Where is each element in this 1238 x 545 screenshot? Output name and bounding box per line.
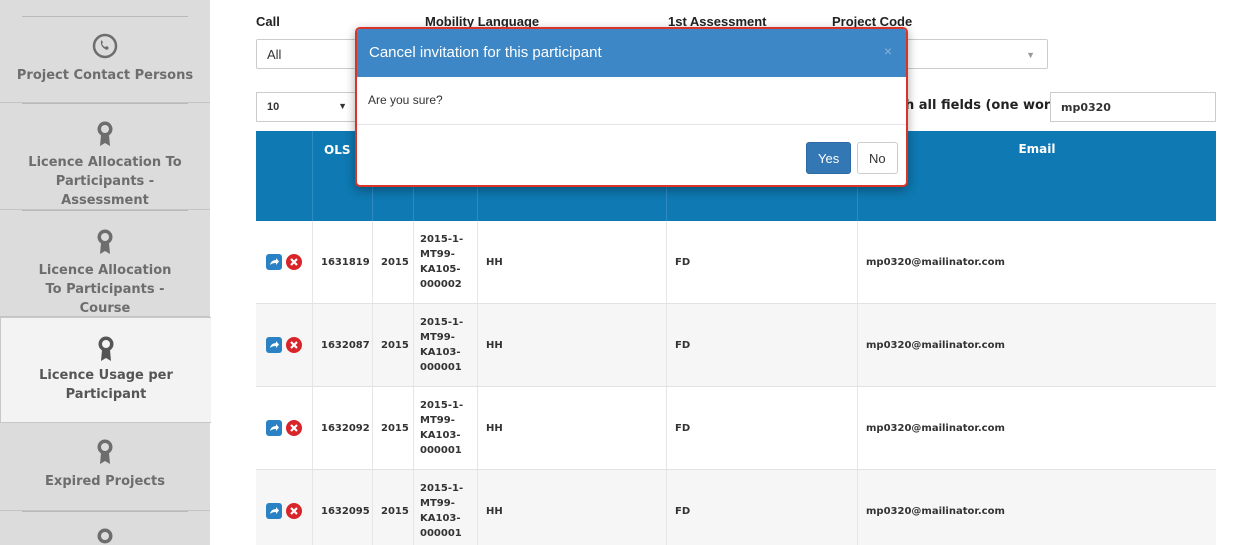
divider	[22, 103, 188, 104]
project-code-part: KA103-	[420, 513, 461, 524]
row-actions	[256, 221, 313, 303]
cancel-invitation-icon[interactable]	[286, 503, 302, 519]
sidebar-item-expired-projects[interactable]: Expired Projects	[0, 423, 210, 511]
header-email[interactable]: Email	[858, 131, 1216, 221]
page-length-value: 10	[267, 101, 280, 113]
project-code-part: MT99-	[420, 332, 455, 343]
project-code-part: 2015-1-	[420, 317, 464, 328]
reinvite-icon[interactable]	[266, 254, 282, 270]
project-code-part: MT99-	[420, 415, 455, 426]
chevron-down-icon: ▼	[338, 101, 347, 111]
phone-icon	[92, 33, 118, 65]
cancel-invitation-icon[interactable]	[286, 254, 302, 270]
row-actions	[256, 387, 313, 469]
header-actions	[256, 131, 313, 221]
table-row: 1632095 2015 2015-1- MT99- KA103- 000001 HH…	[256, 470, 1216, 545]
divider	[22, 16, 188, 17]
year-cell: 2015	[373, 304, 414, 386]
sidebar-item-label: Licence Usage per Participant	[39, 368, 173, 402]
yes-button[interactable]: Yes	[806, 142, 852, 174]
col4-cell: HH	[478, 221, 667, 303]
header-ols-label: OLS I	[324, 143, 360, 157]
col4-cell: HH	[478, 470, 667, 545]
project-code-part: 000002	[420, 279, 462, 290]
ribbon-icon	[96, 335, 116, 369]
project-code-part: MT99-	[420, 498, 455, 509]
project-code-part: 000001	[420, 445, 462, 456]
ribbon-icon	[95, 438, 115, 472]
search-input[interactable]: mp0320	[1050, 92, 1216, 122]
call-label: Call	[256, 14, 280, 29]
table-row: 1631819 2015 2015-1- MT99- KA105- 000002 HH…	[256, 221, 1216, 304]
ribbon-icon	[95, 228, 115, 262]
col5-cell: FD	[667, 387, 858, 469]
sidebar-item-licence-allocation-assessment[interactable]: Licence Allocation To Participants - Ass…	[0, 103, 210, 210]
sidebar-item-licence-usage-per-participant[interactable]: Licence Usage per Participant	[0, 317, 211, 423]
sidebar-item-label: Licence Allocation To Participants - Cou…	[38, 263, 172, 316]
row-actions	[256, 470, 313, 545]
email-cell: mp0320@mailinator.com	[866, 505, 1005, 517]
project-code-part: 2015-1-	[420, 400, 464, 411]
reinvite-icon[interactable]	[266, 503, 282, 519]
sidebar: Project Contact Persons Licence Allocati…	[0, 0, 211, 545]
chevron-down-icon: ▼	[1026, 50, 1035, 60]
cancel-invitation-modal: Cancel invitation for this participant ×…	[355, 27, 908, 187]
sidebar-item-project-contact-persons[interactable]: Project Contact Persons	[0, 0, 210, 103]
divider	[22, 210, 188, 211]
project-code-part: 2015-1-	[420, 234, 464, 245]
sidebar-item-licence-allocation-course[interactable]: Licence Allocation To Participants - Cou…	[0, 210, 210, 317]
no-button[interactable]: No	[857, 142, 898, 174]
col5-cell: FD	[667, 221, 858, 303]
close-icon[interactable]: ×	[884, 43, 892, 59]
table-row: 1632087 2015 2015-1- MT99- KA103- 000001 HH…	[256, 304, 1216, 387]
row-actions	[256, 304, 313, 386]
header-email-label: Email	[1018, 142, 1056, 156]
col4-cell: HH	[478, 304, 667, 386]
modal-header: Cancel invitation for this participant ×	[357, 29, 906, 77]
table-row: 1632092 2015 2015-1- MT99- KA103- 000001 HH…	[256, 387, 1216, 470]
ols-id-cell: 1632092	[313, 387, 373, 469]
email-cell: mp0320@mailinator.com	[866, 256, 1005, 268]
sidebar-item-label: Expired Projects	[45, 474, 165, 489]
year-cell: 2015	[373, 387, 414, 469]
project-cell: 2015-1- MT99- KA103- 000001	[414, 470, 478, 545]
modal-body: Are you sure?	[357, 77, 906, 125]
ols-id-cell: 1631819	[313, 221, 373, 303]
cancel-invitation-icon[interactable]	[286, 337, 302, 353]
year-cell: 2015	[373, 470, 414, 545]
year-cell: 2015	[373, 221, 414, 303]
page-length-select[interactable]: 10 ▼	[256, 92, 356, 122]
project-code-part: KA103-	[420, 347, 461, 358]
search-label: h all fields (one word)	[905, 98, 1066, 113]
reinvite-icon[interactable]	[266, 420, 282, 436]
project-cell: 2015-1- MT99- KA103- 000001	[414, 304, 478, 386]
divider	[22, 511, 188, 512]
project-code-part: 2015-1-	[420, 483, 464, 494]
sidebar-item-more[interactable]	[0, 511, 210, 545]
email-cell: mp0320@mailinator.com	[866, 339, 1005, 351]
modal-title: Cancel invitation for this participant	[369, 44, 602, 61]
col5-cell: FD	[667, 304, 858, 386]
ribbon-icon	[95, 527, 115, 545]
ribbon-icon	[95, 120, 115, 154]
project-code-part: KA103-	[420, 430, 461, 441]
reinvite-icon[interactable]	[266, 337, 282, 353]
col5-cell: FD	[667, 470, 858, 545]
cancel-invitation-icon[interactable]	[286, 420, 302, 436]
project-code-part: 000001	[420, 362, 462, 373]
project-code-part: 000001	[420, 528, 462, 539]
search-input-value: mp0320	[1061, 101, 1111, 114]
ols-id-cell: 1632087	[313, 304, 373, 386]
sidebar-item-label: Licence Allocation To Participants - Ass…	[28, 155, 182, 208]
col4-cell: HH	[478, 387, 667, 469]
project-code-part: MT99-	[420, 249, 455, 260]
ols-id-cell: 1632095	[313, 470, 373, 545]
project-cell: 2015-1- MT99- KA103- 000001	[414, 387, 478, 469]
project-cell: 2015-1- MT99- KA105- 000002	[414, 221, 478, 303]
sidebar-item-label: Project Contact Persons	[16, 68, 194, 83]
email-cell: mp0320@mailinator.com	[866, 422, 1005, 434]
call-select-value: All	[267, 47, 282, 62]
project-code-part: KA105-	[420, 264, 461, 275]
